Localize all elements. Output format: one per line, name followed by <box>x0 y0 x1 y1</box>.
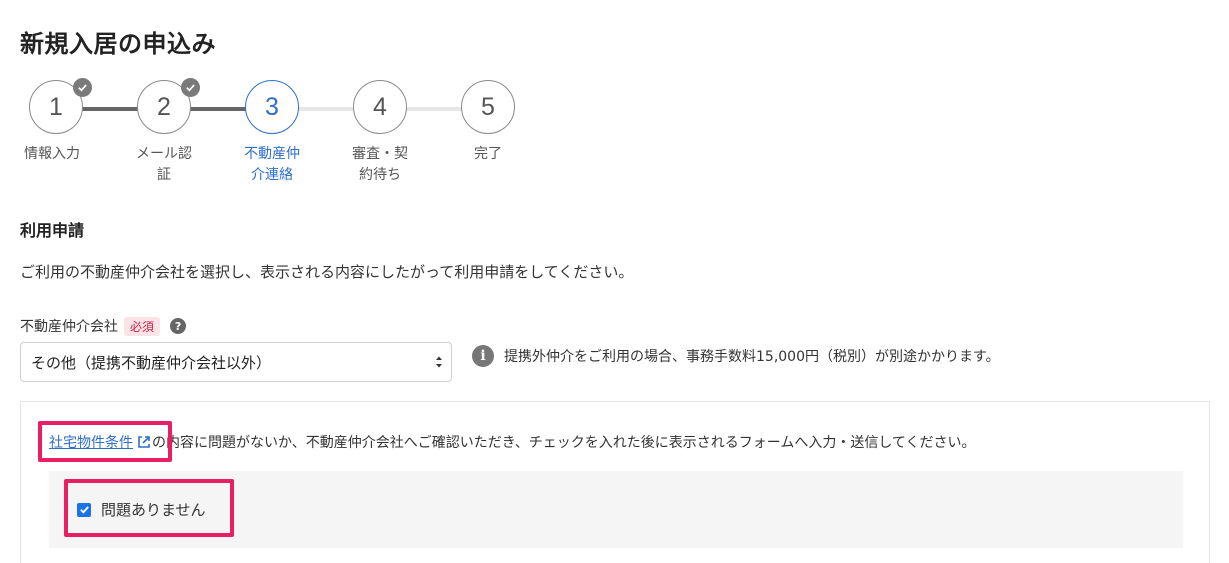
highlight-box <box>64 479 234 537</box>
step-label: 審査・契約待ち <box>352 146 408 183</box>
confirm-notice: 社宅物件条件 の内容に問題がないか、不動産仲介会社へご確認いただき、チェックを入… <box>49 432 975 452</box>
step-label: 情報入力 <box>24 146 80 162</box>
confirm-panel: 社宅物件条件 の内容に問題がないか、不動産仲介会社へご確認いただき、チェックを入… <box>20 401 1210 563</box>
required-badge: 必須 <box>124 316 161 336</box>
highlight-box <box>38 421 172 462</box>
step-circle: 3 <box>245 80 299 134</box>
select-arrows-icon <box>436 356 442 368</box>
info-icon: i <box>472 345 494 367</box>
broker-field-label: 不動産仲介会社 必須 ? <box>20 316 187 336</box>
fee-info-text: 提携外仲介をご利用の場合、事務手数料15,000円（税別）が別途かかります。 <box>504 349 1000 365</box>
step-label: メール認証 <box>136 146 192 183</box>
check-icon <box>181 78 200 97</box>
section-description: ご利用の不動産仲介会社を選択し、表示される内容にしたがって利用申請をしてください… <box>20 263 634 281</box>
step-circle: 4 <box>353 80 407 134</box>
broker-label-text: 不動産仲介会社 <box>20 319 118 335</box>
page-title: 新規入居の申込み <box>20 30 216 58</box>
check-icon <box>73 78 92 97</box>
step-label: 完了 <box>474 146 502 162</box>
progress-stepper: 1 情報入力 2 メール認証 3 不動産仲介連絡 4 審査・契約待ち 5 完了 <box>0 78 560 190</box>
section-title: 利用申請 <box>20 221 85 240</box>
broker-select[interactable]: その他（提携不動産仲介会社以外） <box>20 342 452 382</box>
broker-select-value: その他（提携不動産仲介会社以外） <box>31 353 272 372</box>
help-icon[interactable]: ? <box>170 318 187 334</box>
confirm-notice-text: の内容に問題がないか、不動産仲介会社へご確認いただき、チェックを入れた後に表示さ… <box>152 435 976 451</box>
step-circle: 5 <box>461 80 515 134</box>
fee-info: i 提携外仲介をご利用の場合、事務手数料15,000円（税別）が別途かかります。 <box>472 345 1000 367</box>
step-label: 不動産仲介連絡 <box>244 146 300 183</box>
